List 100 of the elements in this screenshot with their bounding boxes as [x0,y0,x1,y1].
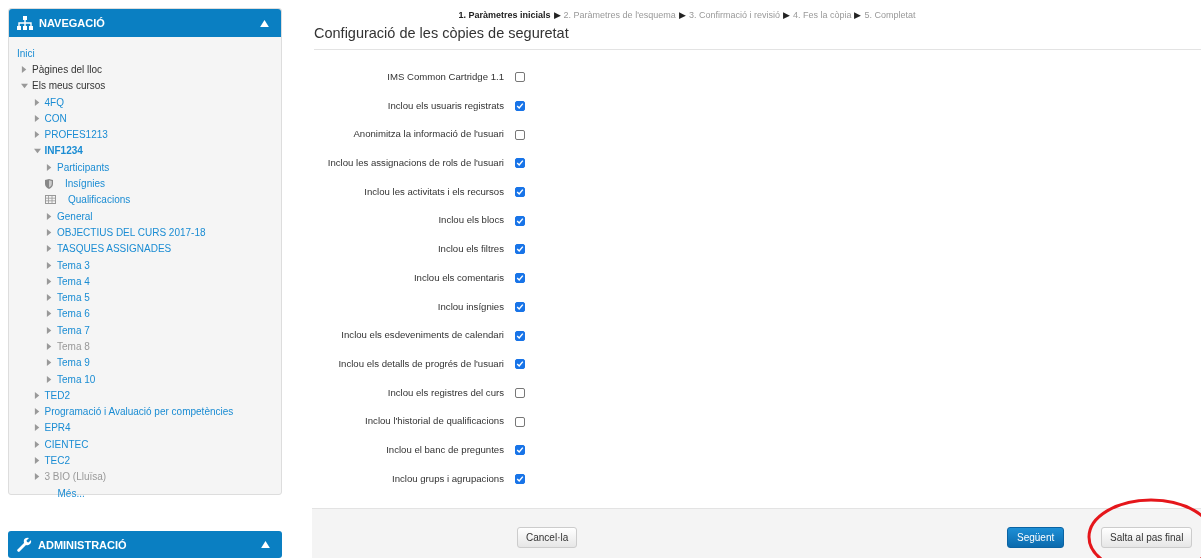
navigation-link[interactable]: Tema 9 [57,357,90,369]
navigation-link[interactable]: Tema 7 [57,324,90,336]
block-title: NAVEGACIÓ [39,17,106,29]
navigation-link[interactable]: Insígnies [65,178,106,189]
tree-arrow-icon[interactable] [46,359,53,367]
navigation-link[interactable]: 4FQ [44,96,64,108]
setting-label: Inclou insígnies [436,299,504,314]
setting-label: Anonimitza la informació de l'usuari [352,127,504,142]
tree-arrow-icon[interactable] [21,82,28,90]
tree-arrow-icon[interactable] [33,473,41,481]
setting-label: Inclou els detalls de progrés de l'usuari [337,356,504,371]
tree-arrow-icon[interactable] [46,326,53,334]
tree-arrow-icon[interactable] [33,98,41,106]
checkbox[interactable] [515,416,525,427]
checkbox[interactable] [515,72,525,83]
step-separator: ▶ [782,10,790,20]
sitemap-icon [17,16,33,30]
checkbox[interactable] [515,387,525,398]
checkbox[interactable] [515,158,525,169]
checkbox[interactable] [515,215,525,226]
progress-step: 5. Completat [864,10,916,20]
wrench-icon [16,536,32,553]
tree-arrow-icon[interactable] [33,114,41,122]
navigation-link[interactable]: General [57,210,93,222]
collapse-caret-icon[interactable] [261,541,270,548]
checkbox[interactable] [515,244,525,255]
setting-label: Inclou el banc de preguntes [385,442,504,457]
progress-step: 4. Fes la còpia [792,10,852,20]
navigation-link[interactable]: Participants [57,161,110,173]
tree-arrow-icon[interactable] [46,310,53,318]
progress-step: 1. Paràmetres inicials [458,10,551,20]
tree-arrow-icon[interactable] [21,65,28,73]
checkbox[interactable] [515,101,525,112]
setting-label: Inclou l'historial de qualificacions [364,414,504,429]
form-button[interactable]: Salta al pas final [1101,527,1193,548]
navigation-link[interactable]: TEC2 [44,455,71,467]
tree-arrow-icon[interactable] [46,245,53,253]
tree-arrow-icon[interactable] [33,131,41,139]
tree-arrow-icon[interactable] [33,424,41,432]
navigation-link[interactable]: CIENTEC [44,438,89,450]
checkbox[interactable] [515,359,525,370]
step-separator: ▶ [678,10,686,20]
navigation-link[interactable]: Tema 6 [57,308,90,320]
checkbox[interactable] [515,330,525,341]
checkbox[interactable] [515,129,525,140]
navigation-link[interactable]: PROFES1213 [44,129,108,141]
setting-label: Inclou els filtres [436,242,504,257]
setting-label: IMS Common Cartridge 1.1 [386,70,504,84]
navigation-link[interactable]: TASQUES ASSIGNADES [57,243,172,255]
administration-header[interactable]: ADMINISTRACIÓ [8,531,282,558]
form-button[interactable]: Següent [1007,527,1065,548]
tree-arrow-icon[interactable] [46,163,53,171]
navigation-link[interactable]: EPR4 [44,422,71,434]
navigation-link[interactable]: Tema 4 [57,275,90,287]
block-title: ADMINISTRACIÓ [38,538,128,551]
navigation-link[interactable]: Inici [17,47,35,59]
checkbox[interactable] [515,187,525,198]
tree-arrow-icon[interactable] [46,261,53,269]
navigation-link[interactable]: Pàgines del lloc [32,63,103,75]
collapse-caret-icon[interactable] [260,19,269,27]
page-title: Configuració de les còpies de seguretat [314,25,1201,50]
setting-label: Inclou grups i agrupacions [391,471,504,486]
step-separator: ▶ [553,10,561,20]
tree-arrow-icon[interactable] [46,228,53,236]
tree-arrow-icon[interactable] [33,147,41,155]
checkbox[interactable] [515,473,525,484]
navigation-link[interactable]: TED2 [44,389,71,401]
form-button[interactable]: Cancel·la [517,527,578,548]
setting-label: Inclou les assignacions de rols de l'usuari [326,156,504,171]
navigation-link[interactable]: Programació i Avaluació per competències [44,406,234,418]
tree-arrow-icon[interactable] [33,440,41,448]
tree-arrow-icon[interactable] [46,375,53,383]
checkbox[interactable] [515,301,525,312]
navigation-link[interactable]: Tema 10 [57,373,96,385]
setting-label: Inclou els blocs [437,213,504,228]
checkbox[interactable] [515,273,525,284]
setting-label: Inclou els usuaris registrats [386,98,504,113]
tree-arrow-icon[interactable] [46,343,53,350]
navigation-link[interactable]: Qualificacions [68,194,131,206]
setting-label: Inclou els registres del curs [386,385,504,400]
navigation-link[interactable]: Els meus cursos [32,80,106,92]
navigation-header[interactable]: NAVEGACIÓ [9,9,281,37]
navigation-link[interactable]: INF1234 [44,145,83,157]
table-icon [45,195,56,205]
navigation-link[interactable]: CON [44,112,67,124]
navigation-link[interactable]: Tema 5 [57,292,90,304]
navigation-link[interactable]: OBJECTIUS DEL CURS 2017-18 [57,226,206,238]
navigation-link[interactable]: Tema 8 [57,341,90,352]
navigation-link[interactable]: Tema 3 [57,259,90,271]
navigation-link[interactable]: 3 BIO (Lluïsa) [44,471,107,483]
tree-arrow-icon[interactable] [33,457,41,465]
tree-arrow-icon[interactable] [46,294,53,302]
checkbox[interactable] [515,445,525,456]
setting-label: Inclou els comentaris [412,270,504,285]
tree-arrow-icon[interactable] [46,277,53,285]
setting-label: Inclou les activitats i els recursos [363,184,504,199]
tree-arrow-icon[interactable] [46,212,53,220]
tree-arrow-icon[interactable] [33,391,41,399]
navigation-link[interactable]: Més... [29,487,85,499]
tree-arrow-icon[interactable] [33,408,41,416]
